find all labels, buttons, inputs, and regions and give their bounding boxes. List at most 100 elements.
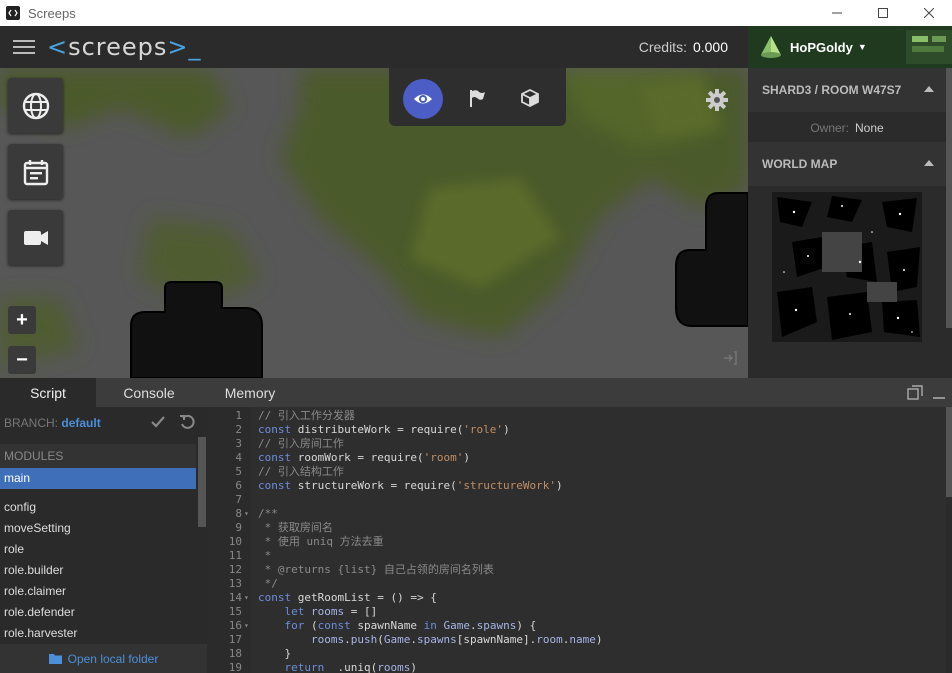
- fold-toggle-icon[interactable]: ▾: [244, 507, 249, 521]
- line-number: 6: [235, 479, 242, 492]
- code-text: * 获取房间名: [258, 521, 333, 534]
- code-line[interactable]: 9 * 获取房间名: [207, 521, 945, 535]
- gear-icon[interactable]: [705, 88, 729, 112]
- module-item-role[interactable]: role: [0, 539, 196, 560]
- room-panel-header[interactable]: SHARD3 / ROOM W47S7: [748, 68, 946, 112]
- line-number: 1: [235, 409, 242, 422]
- module-item-main[interactable]: main: [0, 468, 196, 489]
- check-icon[interactable]: [150, 414, 166, 430]
- username: HoPGoldy: [790, 39, 853, 55]
- branch-selector[interactable]: BRANCH: default: [4, 416, 101, 430]
- module-item-role-defender[interactable]: role.defender: [0, 602, 196, 623]
- code-line[interactable]: 5 // 引入结构工作: [207, 465, 945, 479]
- tab-memory[interactable]: Memory: [202, 378, 298, 407]
- code-line[interactable]: 1 // 引入工作分发器: [207, 409, 945, 423]
- modules-header: MODULES: [0, 444, 196, 468]
- world-map-button[interactable]: [8, 78, 63, 133]
- code-line[interactable]: 16 ▾ for (const spawnName in Game.spawns)…: [207, 619, 945, 633]
- revert-icon[interactable]: [179, 414, 195, 430]
- user-menu[interactable]: HoPGoldy ▼: [748, 26, 952, 68]
- module-item-movesetting[interactable]: moveSetting: [0, 518, 196, 539]
- code-line[interactable]: 17 rooms.push(Game.spawns[spawnName].roo…: [207, 633, 945, 647]
- line-number: 15: [228, 605, 242, 618]
- minimize-panel-icon[interactable]: [930, 384, 948, 402]
- view-mode-button[interactable]: [403, 79, 443, 119]
- code-line[interactable]: 4 const roomWork = require('room'): [207, 451, 945, 465]
- editor-scrollbar[interactable]: [946, 407, 952, 673]
- code-text: * 使用 uniq 方法去重: [258, 535, 384, 548]
- fold-toggle-icon[interactable]: ▾: [244, 619, 249, 633]
- code-text: */: [258, 577, 278, 590]
- popout-icon[interactable]: [906, 384, 924, 402]
- room-map[interactable]: + −: [0, 68, 748, 378]
- caret-down-icon: ▼: [857, 42, 867, 52]
- line-number: 9: [235, 521, 242, 534]
- video-camera-icon: [23, 230, 48, 245]
- module-item-role-harvester[interactable]: role.harvester: [0, 623, 196, 644]
- module-item-config[interactable]: config: [0, 497, 196, 518]
- module-list-scrollbar[interactable]: [198, 437, 206, 527]
- world-map-panel-header[interactable]: WORLD MAP: [748, 142, 946, 186]
- user-avatar-icon: [761, 36, 781, 58]
- replay-button[interactable]: [8, 210, 63, 265]
- calendar-icon: [23, 159, 48, 185]
- module-item-role-claimer[interactable]: role.claimer: [0, 581, 196, 602]
- code-line[interactable]: 19 return _.uniq(rooms): [207, 661, 945, 673]
- line-number: 3: [235, 437, 242, 450]
- code-text: const distributeWork = require('role'): [258, 423, 510, 436]
- code-line[interactable]: 8 ▾ /**: [207, 507, 945, 521]
- line-number: 11: [228, 549, 242, 562]
- code-line[interactable]: 12 * @returns {list} 自己占领的房间名列表: [207, 563, 945, 577]
- line-number: 2: [235, 423, 242, 436]
- exit-icon[interactable]: [722, 350, 738, 366]
- code-line[interactable]: 13 */: [207, 577, 945, 591]
- zoom-out-button[interactable]: −: [8, 346, 36, 374]
- branch-value: default: [61, 416, 101, 430]
- code-line[interactable]: 11 *: [207, 549, 945, 563]
- cube-icon: [521, 88, 539, 108]
- code-text: for (const spawnName in Game.spawns) {: [284, 619, 537, 632]
- credits-label: Credits:: [638, 39, 687, 55]
- code-line[interactable]: 3 // 引入房间工作: [207, 437, 945, 451]
- code-text: const getRoomList = () => {: [258, 591, 437, 604]
- code-line[interactable]: 7: [207, 493, 945, 507]
- code-line[interactable]: 2 const distributeWork = require('role'): [207, 423, 945, 437]
- collapse-icon: [924, 86, 934, 92]
- open-folder-label: Open local folder: [67, 651, 159, 666]
- calendar-button[interactable]: [8, 144, 63, 199]
- code-line[interactable]: 10 * 使用 uniq 方法去重: [207, 535, 945, 549]
- top-header: <screeps>_ Credits: 0.000: [0, 26, 748, 68]
- code-line[interactable]: 14 ▾ const getRoomList = () => {: [207, 591, 945, 605]
- line-number: 4: [235, 451, 242, 464]
- world-minimap[interactable]: [772, 192, 922, 342]
- zoom-in-button[interactable]: +: [8, 306, 36, 334]
- script-sidebar: BRANCH: default MODULES main config move…: [0, 407, 207, 673]
- tab-console[interactable]: Console: [96, 378, 202, 407]
- owner-label: Owner:: [810, 121, 849, 135]
- module-item-role-builder[interactable]: role.builder: [0, 560, 196, 581]
- screeps-app: Screeps <screeps>_ Credits: 0.000 HoPGold…: [0, 0, 952, 673]
- code-text: // 引入工作分发器: [258, 409, 355, 422]
- maximize-button[interactable]: [860, 0, 906, 26]
- structure-mode-button[interactable]: [510, 79, 550, 117]
- branch-label: BRANCH:: [4, 416, 59, 430]
- close-button[interactable]: [906, 0, 952, 26]
- fold-toggle-icon[interactable]: ▾: [244, 591, 249, 605]
- code-text: /**: [258, 507, 278, 520]
- line-number: 14: [228, 591, 242, 604]
- right-panel-scrollbar[interactable]: [946, 68, 952, 378]
- code-editor[interactable]: 1 // 引入工作分发器 2 const distributeWork = requi…: [207, 407, 952, 673]
- flag-mode-button[interactable]: [457, 79, 497, 117]
- code-text: *: [258, 549, 272, 562]
- tab-script[interactable]: Script: [0, 378, 96, 407]
- module-list: main config moveSetting role role.builde…: [0, 468, 196, 644]
- minimize-button[interactable]: [814, 0, 860, 26]
- open-local-folder-button[interactable]: Open local folder: [0, 644, 207, 673]
- line-number: 7: [235, 493, 242, 506]
- screeps-logo[interactable]: <screeps>_: [47, 33, 202, 61]
- view-mode-toolbar: [389, 68, 566, 126]
- code-line[interactable]: 6 const structureWork = require('structur…: [207, 479, 945, 493]
- menu-icon[interactable]: [13, 40, 35, 54]
- code-line[interactable]: 15 let rooms = []: [207, 605, 945, 619]
- code-line[interactable]: 18 }: [207, 647, 945, 661]
